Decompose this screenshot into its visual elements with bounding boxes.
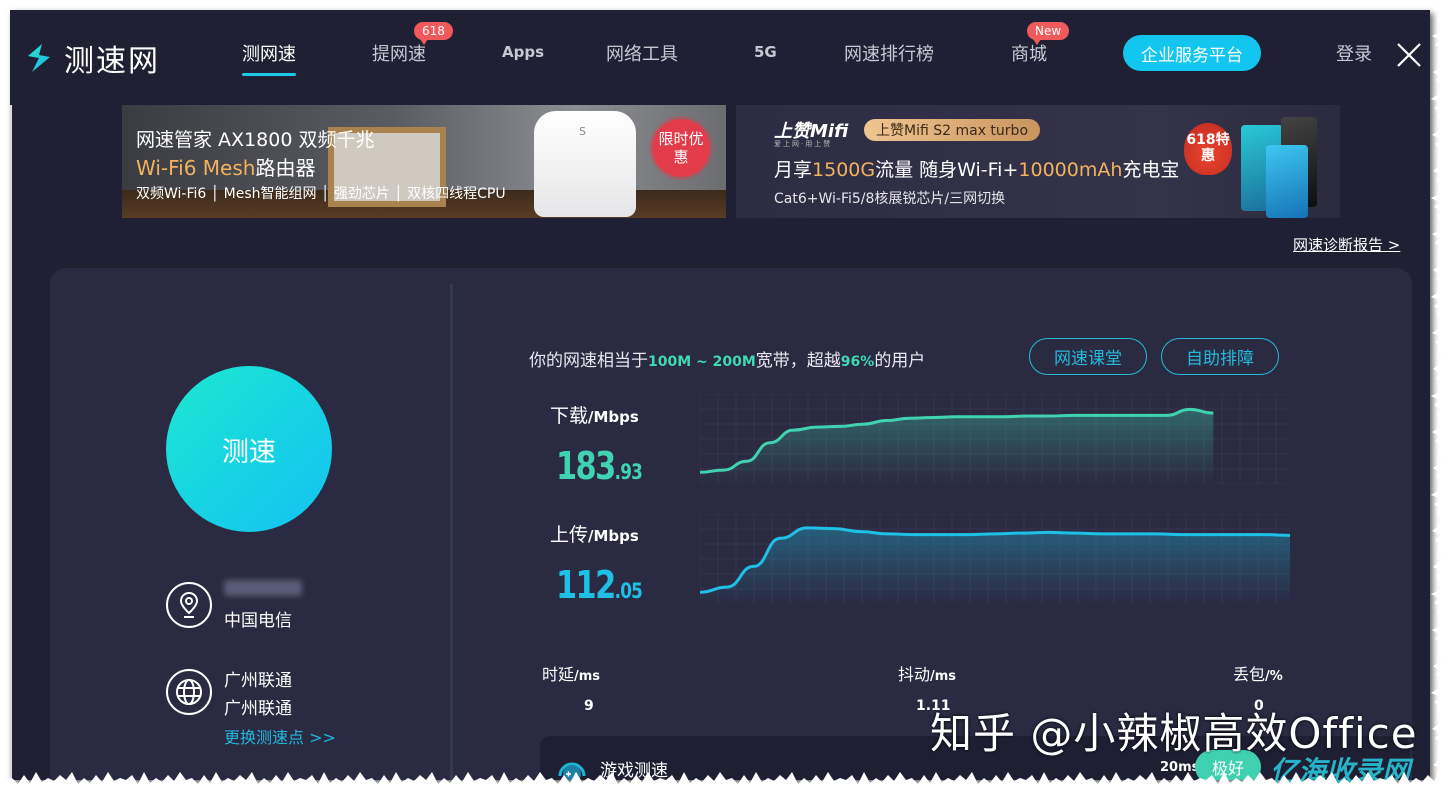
value-dec: .05 <box>614 579 643 603</box>
latency-label: 时延/ms <box>542 661 600 685</box>
nav-label: 5G <box>754 43 777 61</box>
subtitle-rest: 路由器 <box>255 156 316 180</box>
bandwidth-range: 100M ~ 200M <box>648 354 756 370</box>
nav-item-network-tools[interactable]: 网络工具 <box>606 40 678 66</box>
app-window: 测速网 测网速 提网速 618 Apps 网络工具 5G 网速排行榜 商城 Ne… <box>10 10 1430 780</box>
nav-label: 网速排行榜 <box>844 44 934 65</box>
label-text: 时延 <box>542 665 575 684</box>
logo-text: 测速网 <box>64 44 160 79</box>
router-image: S <box>534 111 636 217</box>
torn-edge-bottom <box>0 772 1450 791</box>
title-part: 流量 随身Wi-Fi+ <box>875 159 1019 181</box>
phone-image <box>1266 145 1308 218</box>
product-pill: 上赞Mifi S2 max turbo <box>864 119 1041 141</box>
server-name: 广州联通 <box>224 671 292 691</box>
speed-class-button[interactable]: 网速课堂 <box>1029 338 1147 375</box>
nav-label: Apps <box>502 43 545 61</box>
subtitle-highlight: Wi-Fi6 Mesh <box>136 156 256 180</box>
nav-label: 商城 <box>1011 44 1047 65</box>
server-sub: 广州联通 <box>224 699 292 719</box>
title-part: 充电宝 <box>1122 159 1180 181</box>
self-help-button[interactable]: 自助排障 <box>1161 338 1279 375</box>
nav-item-apps[interactable]: Apps <box>502 43 544 61</box>
summary-text: 宽带，超越 <box>755 351 841 371</box>
nav-item-ranking[interactable]: 网速排行榜 <box>844 40 934 66</box>
new-badge: New <box>1027 22 1070 45</box>
unit-text: /ms <box>930 669 957 684</box>
label-text: 丢包 <box>1233 665 1266 684</box>
nav-label: 测网速 <box>242 44 296 65</box>
isp-name: 中国电信 <box>224 611 292 631</box>
unit-text: /% <box>1265 669 1283 684</box>
nav-label: 网络工具 <box>606 44 678 65</box>
title-highlight: 1500G <box>812 159 876 181</box>
summary-text: 你的网速相当于 <box>529 351 648 371</box>
label-text: 抖动 <box>898 665 931 684</box>
download-value: 183.93 <box>556 444 643 488</box>
window-edge <box>10 105 12 780</box>
promo-badge: 618 <box>414 22 453 45</box>
download-label: 下载/Mbps <box>550 401 639 428</box>
banner-title: 网速管家 AX1800 双频千兆 <box>136 129 375 151</box>
fire-badge: 618特惠 <box>1184 123 1232 175</box>
title-highlight: 10000mAh <box>1018 159 1123 181</box>
brand-slogan: 爱上网·用上赞 <box>774 140 833 148</box>
speed-report-link[interactable]: 网速诊断报告 > <box>1293 234 1400 255</box>
summary-text: 的用户 <box>874 351 926 371</box>
label-text: 下载 <box>550 405 589 427</box>
close-icon[interactable] <box>1396 42 1422 68</box>
nav-item-store[interactable]: 商城 New <box>1011 22 1070 66</box>
download-chart <box>700 394 1290 484</box>
value-int: 112 <box>556 563 616 607</box>
divider <box>450 284 453 780</box>
nav-item-boost[interactable]: 提网速 618 <box>372 22 453 66</box>
speed-summary: 你的网速相当于100M ~ 200M宽带，超越96%的用户 <box>529 346 925 371</box>
change-server-link[interactable]: 更换测速点 >> <box>224 724 336 748</box>
promo-badge: 限时优惠 <box>652 119 710 177</box>
chart-area <box>700 409 1214 484</box>
router-logo-icon: S <box>579 125 586 138</box>
latency-value: 9 <box>584 698 594 714</box>
banner-title: 月享1500G流量 随身Wi-Fi+10000mAh充电宝 <box>774 155 1179 182</box>
unit-text: /Mbps <box>588 527 639 545</box>
torn-edge-right <box>1431 0 1450 791</box>
logo-icon <box>28 44 50 72</box>
globe-icon <box>166 669 212 715</box>
router-ad-banner[interactable]: S 限时优惠 网速管家 AX1800 双频千兆 Wi-Fi6 Mesh路由器 双… <box>122 105 726 218</box>
mifi-ad-banner[interactable]: 上赞Mifi 爱上网·用上赞 上赞Mifi S2 max turbo 月享150… <box>736 105 1340 218</box>
ip-address-blurred <box>224 580 302 596</box>
value-int: 183 <box>556 444 616 488</box>
nav-label: 提网速 <box>372 44 426 65</box>
upload-chart <box>700 514 1290 604</box>
location-pin-icon <box>166 582 212 628</box>
label-text: 上传 <box>550 524 589 546</box>
unit-text: /ms <box>574 669 601 684</box>
banner-features: 双频Wi-Fi6 │ Mesh智能组网 │ 强劲芯片 │ 双核四线程CPU <box>136 186 506 202</box>
upload-label: 上传/Mbps <box>550 520 639 547</box>
chart-area <box>700 527 1290 604</box>
top-nav: 测速网 测网速 提网速 618 Apps 网络工具 5G 网速排行榜 商城 Ne… <box>10 10 1430 90</box>
start-speed-test-button[interactable]: 测速 <box>166 366 332 532</box>
nav-item-5g[interactable]: 5G <box>754 43 777 61</box>
unit-text: /Mbps <box>588 408 639 426</box>
banner-features: Cat6+Wi-Fi5/8核展锐芯片/三网切换 <box>774 191 1006 207</box>
value-dec: .93 <box>614 460 643 484</box>
percentile: 96% <box>840 354 875 370</box>
jitter-label: 抖动/ms <box>898 661 956 685</box>
nav-item-speed-test[interactable]: 测网速 <box>242 40 296 76</box>
title-part: 月享 <box>774 159 813 181</box>
login-link[interactable]: 登录 <box>1336 40 1372 66</box>
banner-subtitle: Wi-Fi6 Mesh路由器 <box>136 152 315 181</box>
packet-loss-label: 丢包/% <box>1233 661 1283 685</box>
logo[interactable]: 测速网 <box>22 36 160 80</box>
enterprise-platform-button[interactable]: 企业服务平台 <box>1123 35 1261 71</box>
upload-value: 112.05 <box>556 563 643 607</box>
